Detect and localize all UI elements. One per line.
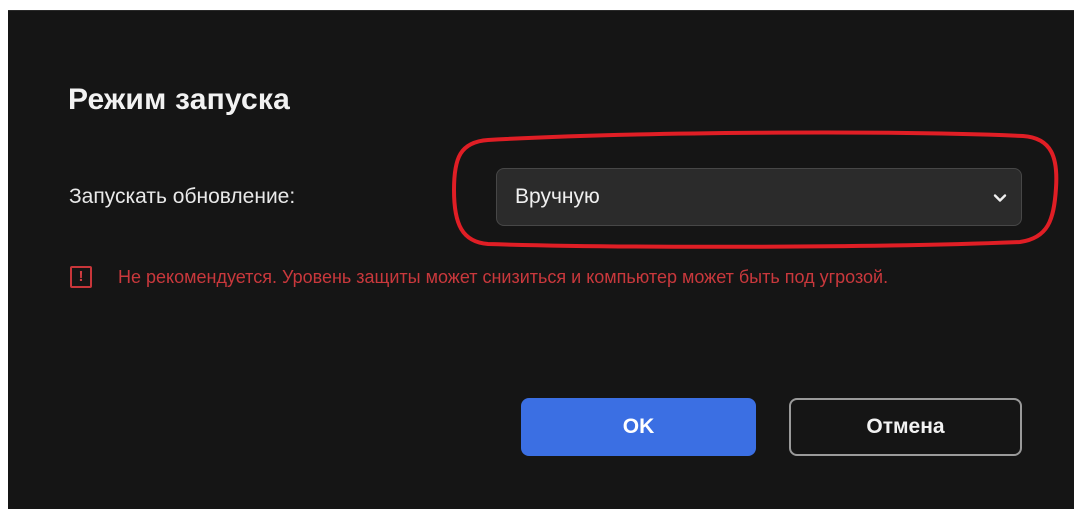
update-launch-label: Запускать обновление: xyxy=(69,185,296,208)
cancel-button[interactable]: Отмена xyxy=(789,398,1022,456)
warning-message: Не рекомендуется. Уровень защиты может с… xyxy=(118,267,889,287)
dialog-title: Режим запуска xyxy=(68,83,291,116)
launch-mode-dialog: Режим запуска Запускать обновление: Вруч… xyxy=(8,10,1074,509)
chevron-down-icon xyxy=(993,194,1007,202)
screenshot-frame: Режим запуска Запускать обновление: Вруч… xyxy=(0,0,1074,509)
warning-icon: ! xyxy=(70,266,92,288)
launch-mode-select-value: Вручную xyxy=(515,185,600,208)
launch-mode-select[interactable]: Вручную xyxy=(496,168,1022,226)
ok-button[interactable]: OK xyxy=(521,398,756,456)
